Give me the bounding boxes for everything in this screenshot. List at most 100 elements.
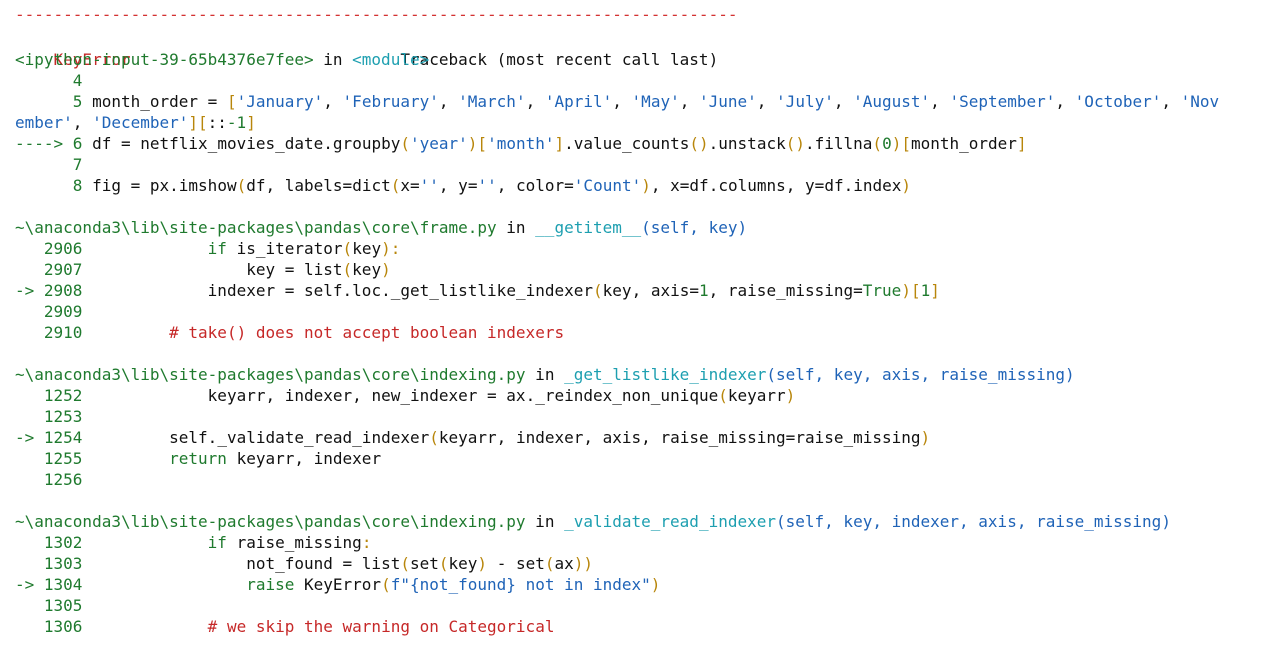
code-token: list — [304, 260, 343, 279]
code-token: '' — [477, 176, 497, 195]
code-token: 'year' — [410, 134, 468, 153]
code-line: 1302 if raise_missing: — [15, 532, 372, 553]
code-token: 'July' — [776, 92, 834, 111]
code-line: 1306 # we skip the warning on Categorica… — [15, 616, 555, 637]
code-token: , — [72, 113, 93, 132]
code-token: x — [670, 176, 680, 195]
code-token: , — [1055, 92, 1075, 111]
code-line: 4 — [15, 70, 92, 91]
code-token: unstack — [718, 134, 786, 153]
frame-in-word: in — [525, 365, 565, 384]
code-token: , — [265, 176, 285, 195]
code-line: 2907 key = list(key) — [15, 259, 391, 280]
frame-function: <module> — [352, 50, 430, 69]
code-token: . — [169, 176, 179, 195]
code-token: . — [323, 134, 333, 153]
code-token: , — [323, 92, 343, 111]
code-token: = — [785, 428, 796, 447]
code-token: = — [342, 554, 362, 573]
code-token: fillna — [814, 134, 873, 153]
code-token: imshow — [178, 176, 237, 195]
code-token: x — [400, 176, 410, 195]
line-number: 1306 — [43, 617, 83, 636]
code-token: key — [448, 554, 478, 573]
code-line: 5 month_order = ['January', 'February', … — [15, 91, 1219, 112]
code-token: f"{not_found} not in index" — [390, 575, 651, 594]
code-token: , — [352, 386, 372, 405]
code-token: axis — [650, 281, 690, 300]
code-token: 1 — [920, 281, 931, 300]
code-line: 2910 # take() does not accept boolean in… — [15, 322, 564, 343]
frame-in-word: in — [525, 512, 565, 531]
line-number: 1304 — [43, 575, 83, 594]
code-token: ( — [342, 260, 353, 279]
frame-in-word: in — [496, 218, 536, 237]
code-token: 'month' — [487, 134, 555, 153]
line-number: 5 — [72, 92, 83, 111]
frame-location: ~\anaconda3\lib\site-packages\pandas\cor… — [15, 218, 497, 237]
code-token: y — [458, 176, 468, 195]
line-number: 6 — [72, 134, 83, 153]
code-token: loc — [352, 281, 382, 300]
code-token: labels — [284, 176, 343, 195]
code-token: ( — [400, 554, 410, 573]
code-line: -> 1304 raise KeyError(f"{not_found} not… — [15, 574, 660, 595]
frame-in-word: in — [313, 50, 353, 69]
line-number: 2907 — [43, 260, 83, 279]
code-token: keyarr — [236, 449, 295, 468]
line-number: 8 — [72, 176, 83, 195]
code-token: ) — [641, 176, 651, 195]
frame-args: (self, key, indexer, axis, raise_missing… — [776, 512, 1171, 531]
code-token: ): — [381, 239, 401, 258]
code-line: 1303 not_found = list(set(key) - set(ax)… — [15, 553, 593, 574]
code-token: 'January' — [236, 92, 324, 111]
code-token: 'May' — [631, 92, 680, 111]
code-token: fig — [92, 176, 131, 195]
line-number: 1305 — [43, 596, 83, 615]
line-number: 1255 — [43, 449, 83, 468]
code-token: '' — [419, 176, 439, 195]
code-token: dict — [352, 176, 391, 195]
code-token: if — [207, 533, 237, 552]
code-token: ax — [554, 554, 574, 573]
code-line: 1305 — [15, 595, 92, 616]
code-token: ( — [544, 554, 555, 573]
code-token: px — [149, 176, 170, 195]
code-token: , — [496, 176, 516, 195]
code-token: df — [246, 176, 266, 195]
code-token: ( — [381, 575, 391, 594]
code-token: )) — [573, 554, 594, 573]
code-token: columns — [718, 176, 786, 195]
code-token: ( — [236, 176, 247, 195]
code-token: key — [352, 239, 382, 258]
code-token: = — [342, 176, 353, 195]
code-token: indexer — [313, 449, 382, 468]
code-token: df — [824, 176, 844, 195]
line-arrow: -> — [15, 281, 44, 300]
line-number: 1303 — [43, 554, 83, 573]
code-token: . — [708, 134, 719, 153]
code-token: - — [496, 554, 516, 573]
code-token: , — [708, 281, 728, 300]
code-token: ( — [438, 554, 449, 573]
frame-location: <ipython-input-39-65b4376e7fee> — [15, 50, 314, 69]
code-token: ( — [429, 428, 439, 447]
